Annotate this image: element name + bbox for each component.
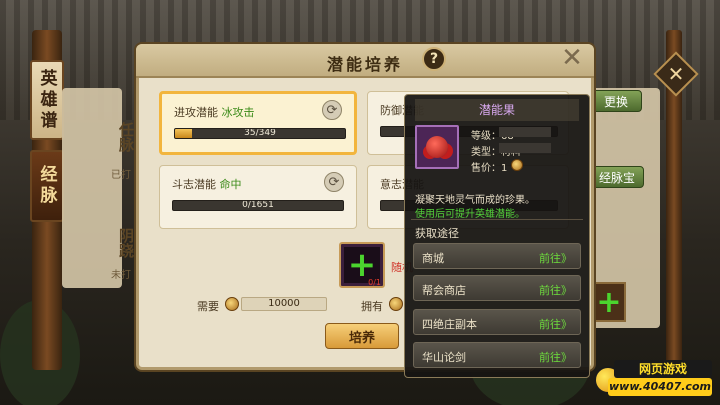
card-value: 冰攻击 <box>221 106 255 119</box>
source-huashan-arena[interactable]: 华山论剑 前往》 <box>413 342 581 368</box>
potential-card-fighting-spirit[interactable]: 斗志潜能 命中 ⟳ 0/1651 <box>159 165 357 229</box>
close-icon[interactable]: ✕ <box>560 45 584 71</box>
train-button[interactable]: 培养 <box>325 323 399 349</box>
meridian-treasure-button[interactable]: 经脉宝 <box>590 166 644 188</box>
item-effect: 使用后可提升英雄潜能。 <box>415 209 525 220</box>
source-guild-store[interactable]: 帮会商店 前往》 <box>413 275 581 301</box>
sources-title: 获取途径 <box>415 227 459 240</box>
divider <box>411 219 583 220</box>
source-name: 帮会商店 <box>422 284 466 297</box>
tab-hero-register[interactable]: 英雄谱 <box>30 60 64 140</box>
meridian-name: 阴跷 <box>117 228 135 258</box>
meridian-status: 未打 <box>111 270 131 281</box>
level-bar <box>499 127 551 137</box>
tab-meridian[interactable]: 经脉 <box>30 150 64 222</box>
dialog-titlebar: 潜能培养 ? ✕ <box>136 44 594 78</box>
card-label-text: 斗志潜能 <box>172 178 216 191</box>
cost-value: 10000 <box>241 297 327 311</box>
replace-button[interactable]: 更换 <box>590 90 642 112</box>
goto-link[interactable]: 前往》 <box>539 349 572 365</box>
source-shop[interactable]: 商城 前往》 <box>413 243 581 269</box>
watermark-top-text: 网页游戏 <box>614 360 712 378</box>
coin-icon <box>225 297 239 311</box>
item-count: 0/1 <box>368 278 381 287</box>
potential-card-attack[interactable]: 进攻潜能 冰攻击 ⟳ 35/349 <box>159 91 357 155</box>
coin-icon <box>511 159 523 171</box>
type-bar <box>499 143 551 153</box>
coin-icon <box>389 297 403 311</box>
progress-bar: 35/349 <box>174 128 346 139</box>
source-name: 四绝庄副本 <box>422 318 477 331</box>
owned-label: 拥有 <box>361 300 383 313</box>
background-panel-left <box>62 88 122 288</box>
source-name: 商城 <box>422 252 444 265</box>
source-name: 华山论剑 <box>422 351 466 364</box>
dialog-title: 潜能培养 <box>326 55 403 74</box>
progress-bar: 0/1651 <box>172 200 344 211</box>
card-label-text: 进攻潜能 <box>174 106 218 119</box>
item-tooltip: 潜能果 等级：68 类型：材料 售价：1 凝聚天地灵气而成的珍果。 使用后可提升… <box>404 94 590 378</box>
add-icon[interactable]: + <box>592 282 626 322</box>
item-price: 售价：1 <box>471 163 508 174</box>
potential-fruit-icon <box>415 125 459 169</box>
item-slot[interactable]: + 0/1 <box>339 242 385 288</box>
card-label: 进攻潜能 冰攻击 <box>174 104 255 120</box>
help-icon[interactable]: ? <box>422 47 446 71</box>
refresh-icon[interactable]: ⟳ <box>322 100 342 120</box>
progress-text: 0/1651 <box>242 200 274 210</box>
watermark-url: www.40407.com <box>608 378 712 396</box>
progress-text: 35/349 <box>244 128 276 138</box>
goto-link[interactable]: 前往》 <box>539 250 572 266</box>
tooltip-title: 潜能果 <box>415 99 579 121</box>
refresh-icon[interactable]: ⟳ <box>324 172 344 192</box>
meridian-name: 任脉 <box>117 122 135 152</box>
site-watermark-logo: 网页游戏 www.40407.com <box>594 360 714 400</box>
goto-link[interactable]: 前往》 <box>539 282 572 298</box>
meridian-status: 已打 <box>111 170 131 181</box>
card-value: 命中 <box>219 178 242 191</box>
goto-link[interactable]: 前往》 <box>539 316 572 332</box>
item-description: 凝聚天地灵气而成的珍果。 <box>415 195 535 206</box>
cost-label: 需要 <box>197 300 219 313</box>
source-dungeon[interactable]: 四绝庄副本 前往》 <box>413 309 581 335</box>
card-label: 斗志潜能 命中 <box>172 176 242 192</box>
fruit-icon <box>426 136 448 158</box>
close-icon: ✕ <box>667 62 685 86</box>
